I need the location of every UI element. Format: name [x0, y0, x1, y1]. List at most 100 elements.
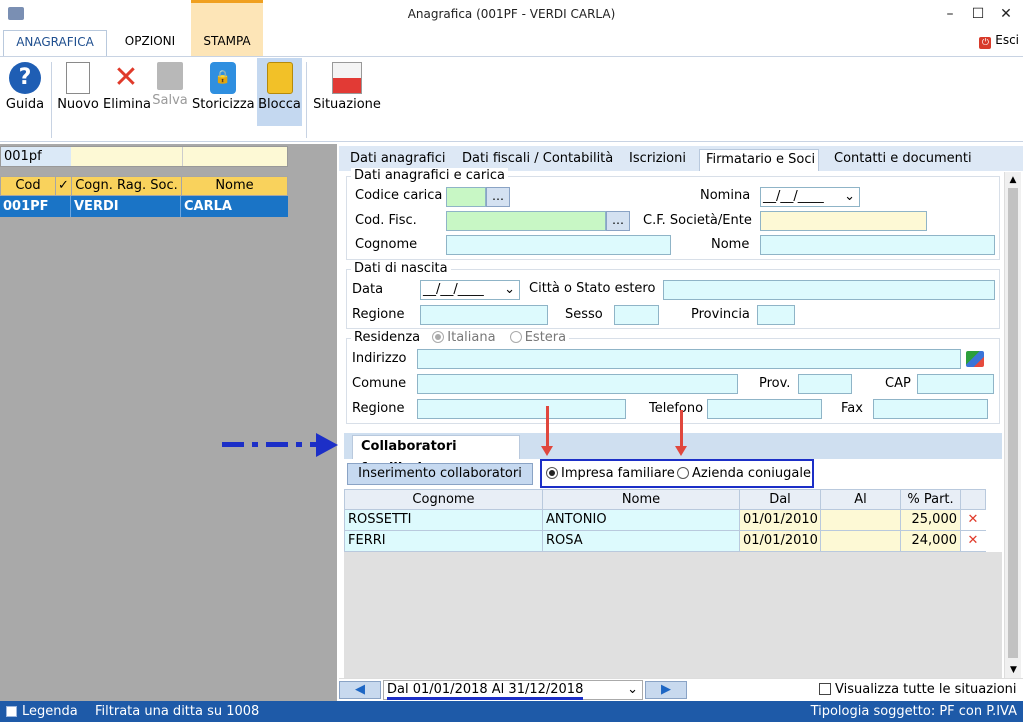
header-dal[interactable]: Dal — [740, 490, 821, 509]
label-prov: Prov. — [759, 376, 791, 391]
table-row[interactable]: ROSSETTI ANTONIO 01/01/2010 25,000 ✕ — [344, 510, 986, 531]
show-all-checkbox[interactable]: Visualizza tutte le situazioni — [819, 682, 1017, 697]
map-icon[interactable] — [966, 351, 984, 367]
radio-estera[interactable]: Estera — [509, 330, 566, 345]
header-perc-part[interactable]: % Part. — [901, 490, 961, 509]
cell-dal[interactable]: 01/01/2010 — [740, 531, 821, 551]
scroll-down-icon[interactable]: ▼ — [1005, 665, 1022, 675]
prev-period-button[interactable]: ◀ — [339, 681, 381, 699]
tab-collaboratori-familiari[interactable]: Collaboratori familiari — [352, 435, 520, 476]
next-period-button[interactable]: ▶ — [645, 681, 687, 699]
label-nomina: Nomina — [700, 188, 751, 203]
maximize-button[interactable]: ☐ — [964, 2, 992, 26]
sesso-input[interactable] — [614, 305, 659, 325]
indirizzo-input[interactable] — [417, 349, 961, 369]
header-cognome[interactable]: Cogn. Rag. Soc. — [72, 177, 182, 195]
menu-tab-opzioni[interactable]: OPZIONI — [112, 30, 188, 56]
radio-azienda-coniugale[interactable]: Azienda coniugale — [677, 466, 811, 481]
cell-al[interactable] — [821, 531, 901, 551]
legenda-link[interactable]: Legenda — [22, 704, 78, 719]
comune-input[interactable] — [417, 374, 738, 394]
cf-societa-input[interactable] — [760, 211, 927, 231]
data-nascita-picker[interactable]: __/__/____ ⌄ — [420, 280, 520, 300]
cod-fisc-lookup-button[interactable]: … — [606, 211, 630, 231]
status-bar: Legenda Filtrata una ditta su 1008 Tipol… — [0, 701, 1023, 722]
elimina-button[interactable]: ✕ Elimina — [103, 58, 151, 126]
vertical-scrollbar[interactable]: ▲ ▼ — [1004, 172, 1021, 678]
nomina-date-picker[interactable]: __/__/____ ⌄ — [760, 187, 860, 207]
delete-row-icon[interactable]: ✕ — [961, 510, 985, 530]
inserimento-collaboratori-button[interactable]: Inserimento collaboratori — [347, 463, 533, 485]
header-check[interactable]: ✓ — [56, 177, 72, 195]
cell-cognome[interactable]: ROSSETTI — [345, 510, 543, 530]
tab-iscrizioni[interactable]: Iscrizioni — [629, 149, 686, 171]
header-nome[interactable]: Nome — [182, 177, 287, 195]
cell-cod: 001PF — [0, 196, 71, 217]
citta-input[interactable] — [663, 280, 995, 300]
cell-perc-part[interactable]: 25,000 — [901, 510, 961, 530]
cod-fisc-input[interactable] — [446, 211, 606, 231]
impresa-familiare-label: Impresa familiare — [561, 466, 675, 481]
tab-contatti-documenti[interactable]: Contatti e documenti — [834, 149, 972, 171]
tipologia-status: Tipologia soggetto: PF con P.IVA — [810, 704, 1017, 719]
telefono-input[interactable] — [707, 399, 822, 419]
collab-grid-header: Cognome Nome Dal Al % Part. — [344, 489, 986, 510]
annotation-red-arrowhead — [675, 446, 687, 456]
blocca-button[interactable]: Blocca — [257, 58, 302, 126]
collab-grid-empty-area — [344, 552, 1002, 678]
storicizza-button[interactable]: 🔒 Storicizza — [192, 58, 255, 126]
annotation-blue-arrow — [222, 442, 318, 447]
menu-tab-anagrafica[interactable]: ANAGRAFICA — [3, 30, 107, 56]
delete-row-icon[interactable]: ✕ — [961, 531, 985, 551]
minimize-button[interactable]: – — [936, 2, 964, 26]
regione-nascita-input[interactable] — [420, 305, 548, 325]
cell-perc-part[interactable]: 24,000 — [901, 531, 961, 551]
regione-residenza-input[interactable] — [417, 399, 626, 419]
radio-icon — [432, 331, 445, 343]
codice-carica-lookup-button[interactable]: … — [486, 187, 510, 207]
cell-cognome[interactable]: FERRI — [345, 531, 543, 551]
label-nome: Nome — [711, 237, 750, 252]
header-nome[interactable]: Nome — [543, 490, 740, 509]
radio-impresa-familiare[interactable]: Impresa familiare — [546, 466, 675, 481]
guida-button[interactable]: ? Guida — [5, 58, 45, 126]
cell-dal[interactable]: 01/01/2010 — [740, 510, 821, 530]
header-cognome[interactable]: Cognome — [345, 490, 543, 509]
collab-grid: Cognome Nome Dal Al % Part. ROSSETTI ANT… — [344, 489, 986, 552]
chevron-down-icon: ⌄ — [844, 189, 855, 204]
left-grid-row[interactable]: 001PF VERDI CARLA — [0, 196, 288, 217]
label-indirizzo: Indirizzo — [352, 351, 407, 366]
cap-input[interactable] — [917, 374, 994, 394]
close-button[interactable]: ✕ — [992, 2, 1020, 26]
scroll-up-icon[interactable]: ▲ — [1005, 175, 1021, 185]
prov-input[interactable] — [798, 374, 852, 394]
search-input[interactable]: 001pf — [1, 147, 71, 166]
esci-button[interactable]: ⏻ Esci — [979, 33, 1019, 49]
nuovo-button[interactable]: Nuovo — [57, 58, 99, 126]
label-sesso: Sesso — [565, 307, 603, 322]
tab-firmatario-soci[interactable]: Firmatario e Soci — [699, 149, 819, 171]
header-cod[interactable]: Cod — [1, 177, 56, 195]
table-row[interactable]: FERRI ROSA 01/01/2010 24,000 ✕ — [344, 531, 986, 552]
cell-al[interactable] — [821, 510, 901, 530]
elimina-label: Elimina — [103, 97, 151, 112]
provincia-input[interactable] — [757, 305, 795, 325]
storicizza-label: Storicizza — [192, 97, 255, 112]
cell-nome[interactable]: ROSA — [543, 531, 740, 551]
codice-carica-input[interactable] — [446, 187, 486, 207]
delete-x-icon: ✕ — [113, 60, 139, 95]
nome-input[interactable] — [760, 235, 995, 255]
fax-input[interactable] — [873, 399, 988, 419]
header-delete — [961, 490, 985, 509]
cell-nome[interactable]: ANTONIO — [543, 510, 740, 530]
situazione-button[interactable]: Situazione — [312, 58, 382, 126]
header-al[interactable]: Al — [821, 490, 901, 509]
period-select[interactable]: Dal 01/01/2018 Al 31/12/2018 ⌄ — [383, 680, 643, 700]
radio-icon — [677, 467, 689, 479]
chevron-down-icon: ⌄ — [627, 682, 638, 697]
menu-tab-stampa[interactable]: STAMPA — [193, 30, 261, 56]
cognome-input[interactable] — [446, 235, 671, 255]
scroll-thumb[interactable] — [1008, 188, 1018, 658]
salva-button[interactable]: Salva — [152, 58, 188, 126]
radio-italiana[interactable]: Italiana — [432, 330, 496, 345]
